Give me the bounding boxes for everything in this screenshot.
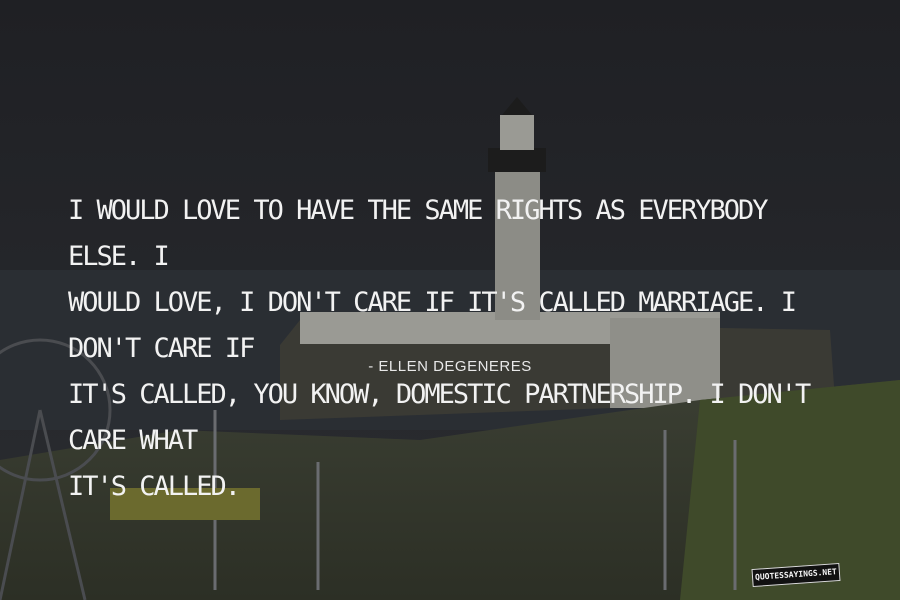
quote-line: IT'S CALLED, YOU KNOW, DOMESTIC PARTNERS… <box>68 379 811 456</box>
quote-text: I WOULD LOVE TO HAVE THE SAME RIGHTS AS … <box>68 188 848 510</box>
quote-line: I WOULD LOVE TO HAVE THE SAME RIGHTS AS … <box>68 195 769 272</box>
quote-line: IT'S CALLED. <box>68 471 241 502</box>
quote-card: I WOULD LOVE TO HAVE THE SAME RIGHTS AS … <box>0 0 900 600</box>
quote-author: - ELLEN DEGENERES <box>368 358 532 375</box>
